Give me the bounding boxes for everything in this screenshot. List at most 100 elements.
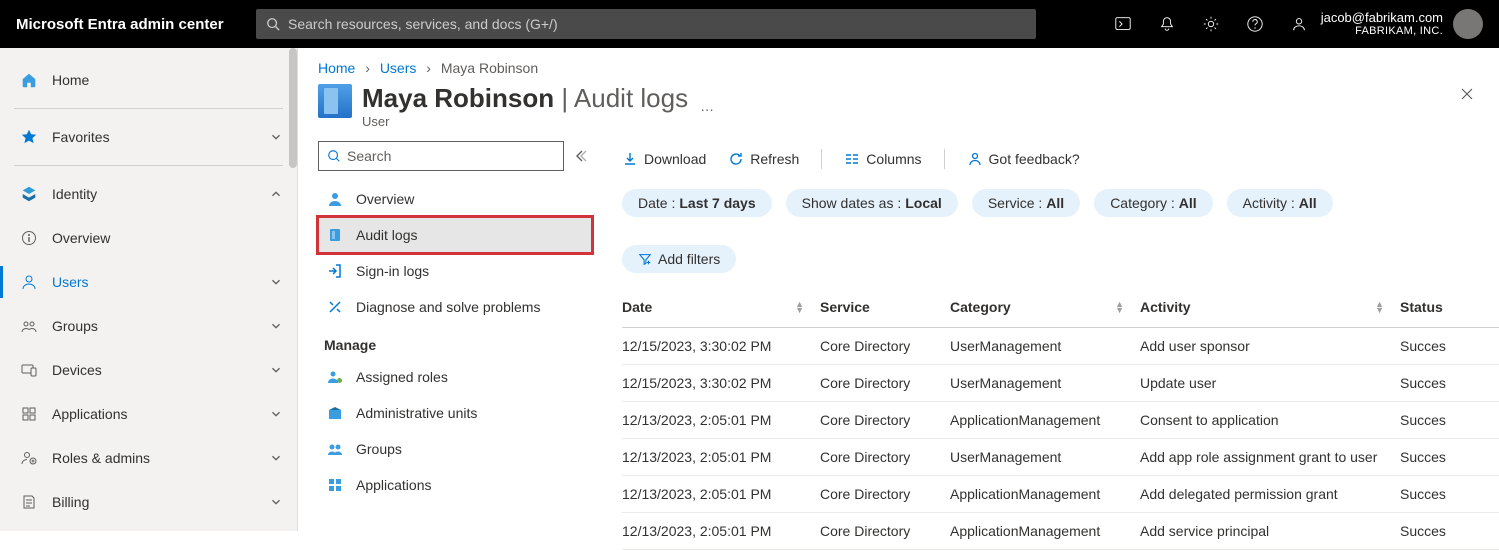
download-button[interactable]: Download bbox=[622, 151, 706, 167]
nav-favorites-label: Favorites bbox=[52, 129, 269, 145]
rm-audit-logs[interactable]: Audit logs bbox=[318, 217, 592, 253]
rm-diagnose[interactable]: Diagnose and solve problems bbox=[318, 289, 592, 325]
chevron-down-icon bbox=[269, 275, 283, 289]
chevron-down-icon bbox=[269, 130, 283, 144]
sort-icon: ▲▼ bbox=[1115, 301, 1124, 313]
feedback-label: Got feedback? bbox=[989, 151, 1080, 167]
user-account[interactable]: jacob@fabrikam.com FABRIKAM, INC. bbox=[1321, 10, 1453, 39]
nav-billing-label: Billing bbox=[52, 494, 269, 510]
filter-category[interactable]: Category : All bbox=[1094, 189, 1212, 217]
brand: Microsoft Entra admin center bbox=[16, 16, 256, 33]
divider bbox=[944, 149, 945, 169]
title-section: Audit logs bbox=[574, 83, 688, 113]
cell-date: 12/13/2023, 2:05:01 PM bbox=[622, 401, 812, 438]
rm-admin-units[interactable]: Administrative units bbox=[318, 395, 592, 431]
global-search[interactable]: Search resources, services, and docs (G+… bbox=[256, 9, 1036, 39]
nav-groups-label: Groups bbox=[52, 318, 269, 334]
filter-activity[interactable]: Activity : All bbox=[1227, 189, 1333, 217]
nav-users-label: Users bbox=[52, 274, 269, 290]
filter-service[interactable]: Service : All bbox=[972, 189, 1080, 217]
close-button[interactable] bbox=[1459, 86, 1475, 102]
page-title: Maya Robinson | Audit logs bbox=[362, 84, 688, 113]
avatar[interactable] bbox=[1453, 9, 1483, 39]
col-status[interactable]: Status bbox=[1392, 291, 1499, 328]
billing-icon bbox=[18, 494, 40, 510]
cell-category: ApplicationManagement bbox=[942, 401, 1132, 438]
cell-category: UserManagement bbox=[942, 327, 1132, 364]
columns-button[interactable]: Columns bbox=[844, 151, 921, 167]
chevron-down-icon bbox=[269, 363, 283, 377]
add-filters-label: Add filters bbox=[658, 251, 720, 267]
nav-home[interactable]: Home bbox=[0, 58, 297, 102]
feedback-top-icon[interactable] bbox=[1277, 0, 1321, 48]
cell-category: UserManagement bbox=[942, 438, 1132, 475]
cell-status: Succes bbox=[1392, 401, 1499, 438]
rm-audit-logs-label: Audit logs bbox=[356, 227, 417, 243]
cell-service: Core Directory bbox=[812, 438, 942, 475]
nav-users[interactable]: Users bbox=[0, 260, 297, 304]
nav-roles-admins[interactable]: Roles & admins bbox=[0, 436, 297, 480]
filter-pills: Date : Last 7 days Show dates as : Local… bbox=[622, 189, 1499, 273]
nav-groups[interactable]: Groups bbox=[0, 304, 297, 348]
user-org: FABRIKAM, INC. bbox=[1321, 25, 1443, 38]
audit-log-table: Date▲▼ Service Category▲▼ Activity▲▼ Sta… bbox=[622, 291, 1499, 550]
table-row[interactable]: 12/15/2023, 3:30:02 PMCore DirectoryUser… bbox=[622, 327, 1499, 364]
breadcrumb-users[interactable]: Users bbox=[380, 60, 417, 76]
resource-search[interactable]: Search bbox=[318, 141, 564, 171]
table-row[interactable]: 12/13/2023, 2:05:01 PMCore DirectoryUser… bbox=[622, 438, 1499, 475]
identity-icon bbox=[18, 185, 40, 203]
nav-billing[interactable]: Billing bbox=[0, 480, 297, 524]
apps-icon bbox=[324, 477, 346, 493]
rm-applications[interactable]: Applications bbox=[318, 467, 592, 503]
breadcrumb: Home › Users › Maya Robinson bbox=[318, 48, 1499, 80]
rm-assigned-roles[interactable]: Assigned roles bbox=[318, 359, 592, 395]
table-row[interactable]: 12/13/2023, 2:05:01 PMCore DirectoryAppl… bbox=[622, 475, 1499, 512]
search-icon bbox=[266, 17, 280, 31]
rm-overview[interactable]: Overview bbox=[318, 181, 592, 217]
cell-date: 12/15/2023, 3:30:02 PM bbox=[622, 364, 812, 401]
person-icon bbox=[324, 191, 346, 207]
breadcrumb-home[interactable]: Home bbox=[318, 60, 355, 76]
groups-icon bbox=[18, 318, 40, 334]
nav-applications[interactable]: Applications bbox=[0, 392, 297, 436]
nav-roles-label: Roles & admins bbox=[52, 450, 269, 466]
nav-devices[interactable]: Devices bbox=[0, 348, 297, 392]
nav-overview[interactable]: Overview bbox=[0, 216, 297, 260]
sort-icon: ▲▼ bbox=[795, 301, 804, 313]
add-filters-button[interactable]: Add filters bbox=[622, 245, 736, 273]
table-row[interactable]: 12/15/2023, 3:30:02 PMCore DirectoryUser… bbox=[622, 364, 1499, 401]
rm-admin-units-label: Administrative units bbox=[356, 405, 477, 421]
rm-diagnose-label: Diagnose and solve problems bbox=[356, 299, 540, 315]
devices-icon bbox=[18, 362, 40, 378]
cell-status: Succes bbox=[1392, 438, 1499, 475]
cloudshell-icon[interactable] bbox=[1101, 0, 1145, 48]
breadcrumb-current: Maya Robinson bbox=[441, 60, 538, 76]
col-date[interactable]: Date▲▼ bbox=[622, 291, 812, 328]
refresh-button[interactable]: Refresh bbox=[728, 151, 799, 167]
filter-date[interactable]: Date : Last 7 days bbox=[622, 189, 772, 217]
rm-signin-logs[interactable]: Sign-in logs bbox=[318, 253, 592, 289]
rm-groups[interactable]: Groups bbox=[318, 431, 592, 467]
rm-applications-label: Applications bbox=[356, 477, 432, 493]
col-service[interactable]: Service bbox=[812, 291, 942, 328]
signin-icon bbox=[324, 263, 346, 279]
table-row[interactable]: 12/13/2023, 2:05:01 PMCore DirectoryAppl… bbox=[622, 401, 1499, 438]
more-button[interactable]: … bbox=[700, 98, 714, 114]
settings-icon[interactable] bbox=[1189, 0, 1233, 48]
notifications-icon[interactable] bbox=[1145, 0, 1189, 48]
feedback-icon bbox=[967, 151, 983, 167]
cell-date: 12/15/2023, 3:30:02 PM bbox=[622, 327, 812, 364]
col-activity[interactable]: Activity▲▼ bbox=[1132, 291, 1392, 328]
feedback-button[interactable]: Got feedback? bbox=[967, 151, 1080, 167]
collapse-menu-button[interactable] bbox=[572, 148, 588, 164]
chevron-down-icon bbox=[269, 495, 283, 509]
main-content: Download Refresh Columns Got feedback bbox=[598, 141, 1499, 550]
nav-favorites[interactable]: Favorites bbox=[0, 115, 297, 159]
diagnose-icon bbox=[324, 299, 346, 315]
nav-identity[interactable]: Identity bbox=[0, 172, 297, 216]
col-category[interactable]: Category▲▼ bbox=[942, 291, 1132, 328]
filter-show-dates[interactable]: Show dates as : Local bbox=[786, 189, 958, 217]
help-icon[interactable] bbox=[1233, 0, 1277, 48]
cell-service: Core Directory bbox=[812, 401, 942, 438]
groups-icon bbox=[324, 441, 346, 457]
